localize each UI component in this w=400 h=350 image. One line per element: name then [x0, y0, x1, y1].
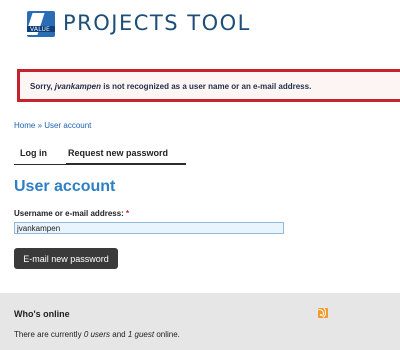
online-guests-count: 1 guest — [127, 330, 155, 339]
breadcrumb-current-link[interactable]: User account — [44, 121, 91, 130]
online-text-middle: and — [110, 330, 128, 339]
error-suffix: is not recognized as a user name or an e… — [101, 82, 312, 91]
error-prefix: Sorry, — [30, 82, 55, 91]
whos-online-block: Who's online There are currently 0 users… — [0, 293, 400, 350]
error-username: jvankampen — [54, 82, 101, 91]
username-field-label: Username or e-mail address: * — [14, 209, 129, 218]
breadcrumb-home-link[interactable]: Home — [14, 121, 35, 130]
rss-feed-icon[interactable] — [318, 308, 328, 318]
site-logo[interactable]: VALUE — [27, 11, 55, 37]
logo-tag: VALUE — [30, 26, 51, 33]
whos-online-title: Who's online — [14, 309, 70, 319]
online-text-prefix: There are currently — [14, 330, 84, 339]
required-marker: * — [123, 209, 130, 218]
online-text-suffix: online. — [154, 330, 180, 339]
breadcrumb: Home » User account — [14, 121, 91, 130]
tab-bar: Log in Request new password — [14, 146, 186, 165]
username-label-text: Username or e-mail address: — [14, 209, 124, 218]
whos-online-text: There are currently 0 users and 1 guest … — [14, 330, 180, 339]
site-header: VALUE PROJECTS TOOL — [0, 0, 400, 52]
online-users-count: 0 users — [83, 330, 111, 339]
error-message: Sorry, jvankampen is not recognized as a… — [30, 82, 311, 91]
site-name[interactable]: PROJECTS TOOL — [63, 11, 251, 35]
tab-request-new-password[interactable]: Request new password — [68, 148, 168, 158]
rss-dot — [320, 314, 322, 316]
breadcrumb-separator: » — [35, 121, 45, 130]
email-new-password-button[interactable]: E-mail new password — [14, 248, 118, 269]
error-message-box: Sorry, jvankampen is not recognized as a… — [17, 69, 400, 102]
tab-log-in[interactable]: Log in — [20, 148, 47, 158]
page-title: User account — [14, 178, 116, 195]
username-input[interactable] — [14, 222, 284, 234]
active-tab-indicator — [66, 163, 186, 165]
